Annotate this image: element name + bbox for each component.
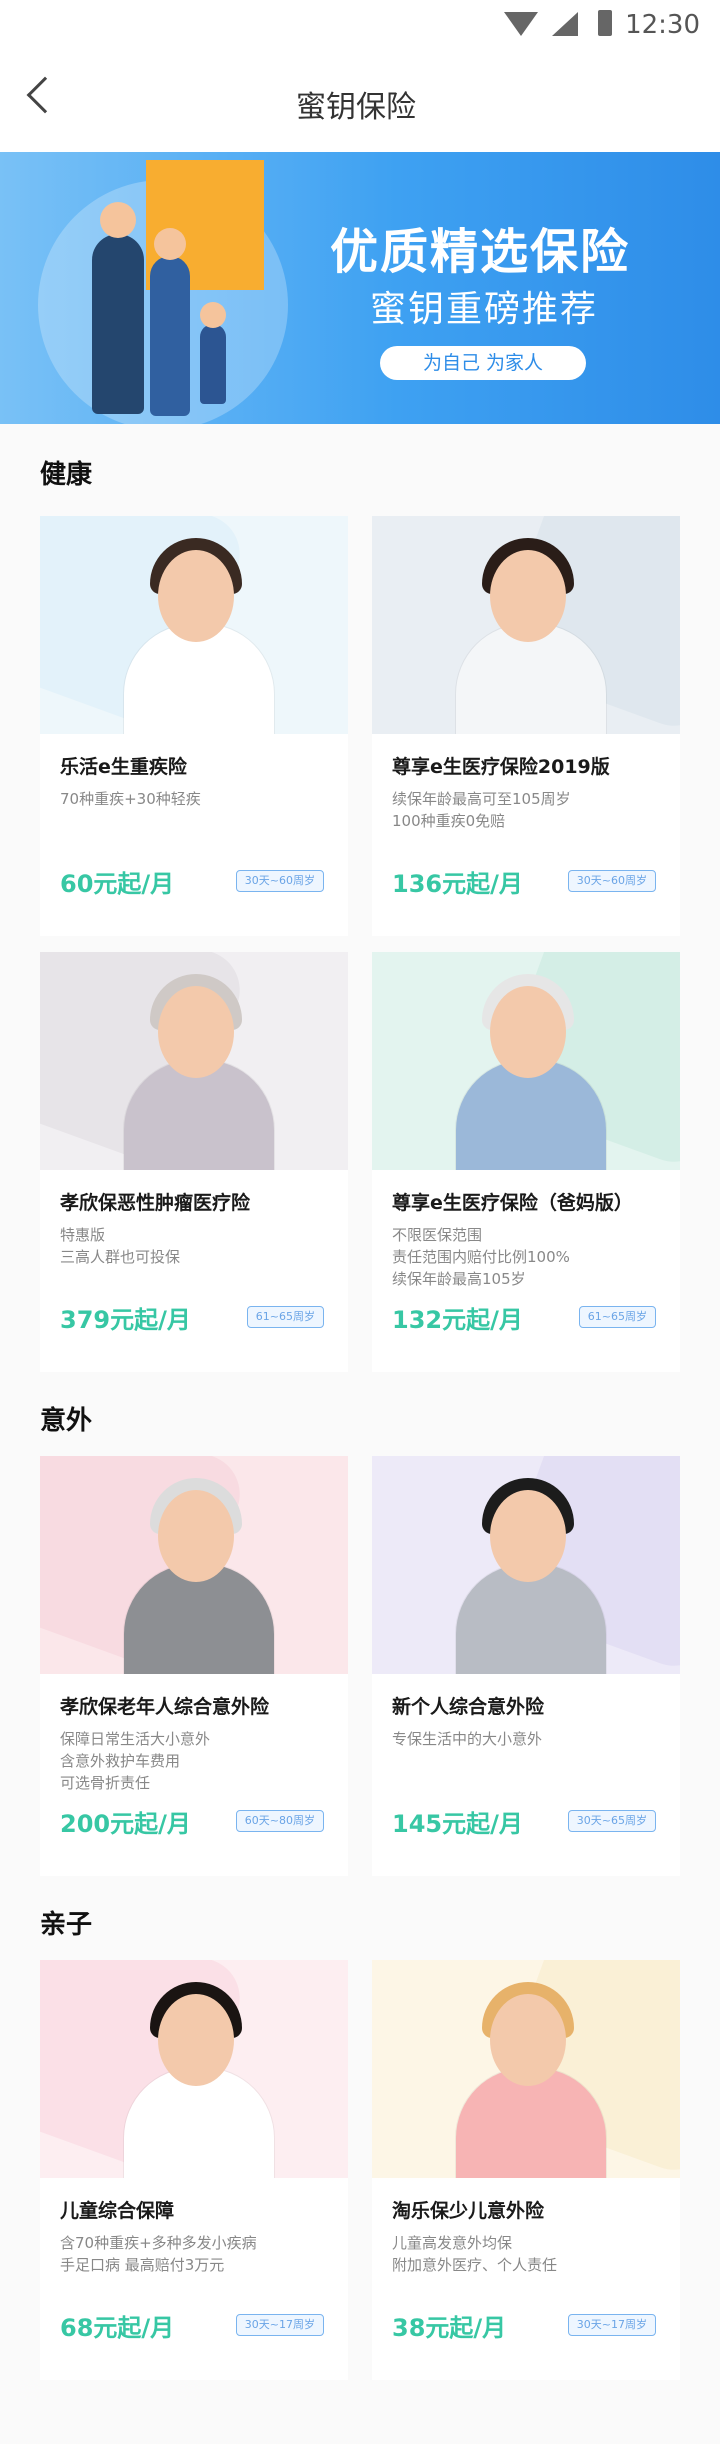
product-description-line: 附加意外医疗、个人责任 [392, 2256, 558, 2274]
product-price: 38元起/月 [392, 2314, 507, 2342]
product-price: 379元起/月 [60, 1306, 191, 1334]
product-description-line: 手足口病 最高赔付3万元 [60, 2256, 225, 2274]
product-card[interactable]: 孝欣保恶性肿瘤医疗险特惠版三高人群也可投保 379元起/月 61~65周岁 [40, 952, 348, 1372]
age-range-badge: 30天~65周岁 [567, 1810, 656, 1832]
father-head-illustration [100, 202, 136, 238]
family-father-illustration [92, 234, 144, 414]
banner-slogan-pill: 为自己 为家人 [380, 346, 586, 380]
product-photo [372, 516, 680, 734]
product-photo [40, 1960, 348, 2178]
age-range-badge: 30天~17周岁 [567, 2314, 656, 2336]
product-price: 68元起/月 [60, 2314, 175, 2342]
banner-title: 优质精选保险 [330, 224, 631, 280]
product-card[interactable]: 新个人综合意外险专保生活中的大小意外 145元起/月 30天~65周岁 [372, 1456, 680, 1876]
battery-icon [598, 10, 612, 36]
product-card[interactable]: 孝欣保老年人综合意外险保障日常生活大小意外 含意外救护车费用 可选骨折责任 200元起… [40, 1456, 348, 1876]
product-description-line: 70种重疾+30种轻疾 [60, 790, 201, 808]
age-range-badge: 30天~60周岁 [235, 870, 324, 892]
person-face-illustration [490, 986, 566, 1078]
product-description: 续保年龄最高可至105周岁 100种重疾0免赔 [392, 788, 571, 832]
product-photo [372, 1456, 680, 1674]
age-range-badge: 30天~60周岁 [567, 870, 656, 892]
product-description-line: 可选骨折责任 [60, 1774, 151, 1792]
product-name: 尊享e生医疗保险2019版 [392, 756, 610, 778]
age-range-badge: 60天~80周岁 [235, 1810, 324, 1832]
product-description: 70种重疾+30种轻疾 [60, 788, 201, 810]
person-face-illustration [158, 986, 234, 1078]
product-price: 145元起/月 [392, 1810, 523, 1838]
product-photo [40, 516, 348, 734]
product-price: 136元起/月 [392, 870, 523, 898]
product-photo [40, 1456, 348, 1674]
wifi-icon [504, 12, 538, 36]
family-child-illustration [200, 324, 226, 404]
product-description-line: 责任范围内赔付比例100% [392, 1248, 570, 1266]
product-description-line: 儿童高发意外均保 [392, 2234, 513, 2252]
product-price: 132元起/月 [392, 1306, 523, 1334]
person-face-illustration [158, 1490, 234, 1582]
status-time: 12:30 [625, 10, 700, 40]
product-description: 儿童高发意外均保附加意外医疗、个人责任 [392, 2232, 557, 2276]
product-description: 专保生活中的大小意外 [392, 1728, 542, 1750]
age-range-badge: 30天~17周岁 [235, 2314, 324, 2336]
section-title: 亲子 [40, 1910, 93, 1940]
product-name: 儿童综合保障 [60, 2200, 175, 2222]
product-price: 200元起/月 [60, 1810, 191, 1838]
product-name: 淘乐保少儿意外险 [392, 2200, 545, 2222]
section-title: 意外 [40, 1406, 93, 1436]
mother-head-illustration [154, 228, 186, 260]
product-card[interactable]: 尊享e生医疗保险（爸妈版） 不限医保范围责任范围内赔付比例100% 续保年龄最高10… [372, 952, 680, 1372]
page-title: 蜜钥保险 [296, 90, 416, 125]
product-description-line: 续保年龄最高105岁 [392, 1270, 526, 1288]
status-bar: 12:30 [0, 0, 720, 48]
product-description-line: 保障日常生活大小意外 [60, 1730, 211, 1748]
product-description-line: 含70种重疾+多种多发小疾病 [60, 2234, 257, 2252]
product-description-line: 特惠版 [60, 1226, 106, 1244]
product-description: 不限医保范围责任范围内赔付比例100% 续保年龄最高105岁 [392, 1224, 570, 1290]
family-mother-illustration [150, 256, 190, 416]
product-description-line: 三高人群也可投保 [60, 1248, 181, 1266]
product-card[interactable]: 乐活e生重疾险 70种重疾+30种轻疾 60元起/月 30天~60周岁 [40, 516, 348, 936]
product-name: 孝欣保恶性肿瘤医疗险 [60, 1192, 251, 1214]
back-arrow-icon[interactable] [26, 76, 64, 114]
person-face-illustration [490, 1490, 566, 1582]
product-card[interactable]: 儿童综合保障含70种重疾+多种多发小疾病 手足口病 最高赔付3万元 68元起/月 30… [40, 1960, 348, 2380]
product-photo [372, 1960, 680, 2178]
product-description-line: 不限医保范围 [392, 1226, 483, 1244]
product-name: 尊享e生医疗保险（爸妈版） [392, 1192, 633, 1214]
app-bar: 蜜钥保险 [0, 48, 720, 152]
person-face-illustration [158, 1994, 234, 2086]
product-description-line: 续保年龄最高可至105周岁 [392, 790, 571, 808]
product-description-line: 100种重疾0免赔 [392, 812, 506, 830]
product-card[interactable]: 淘乐保少儿意外险儿童高发意外均保附加意外医疗、个人责任 38元起/月 30天~17周… [372, 1960, 680, 2380]
promo-banner[interactable]: 优质精选保险 蜜钥重磅推荐 为自己 为家人 [0, 152, 720, 424]
person-face-illustration [158, 550, 234, 642]
person-face-illustration [490, 550, 566, 642]
signal-icon [552, 12, 578, 36]
product-description: 特惠版三高人群也可投保 [60, 1224, 180, 1268]
product-photo [372, 952, 680, 1170]
product-photo [40, 952, 348, 1170]
product-name: 新个人综合意外险 [392, 1696, 545, 1718]
banner-subtitle: 蜜钥重磅推荐 [370, 289, 599, 330]
person-face-illustration [490, 1994, 566, 2086]
product-name: 乐活e生重疾险 [60, 756, 187, 778]
product-price: 60元起/月 [60, 870, 175, 898]
product-name: 孝欣保老年人综合意外险 [60, 1696, 270, 1718]
product-description: 含70种重疾+多种多发小疾病 手足口病 最高赔付3万元 [60, 2232, 257, 2276]
product-description-line: 专保生活中的大小意外 [392, 1730, 543, 1748]
product-card[interactable]: 尊享e生医疗保险2019版续保年龄最高可至105周岁 100种重疾0免赔 136元起… [372, 516, 680, 936]
product-description-line: 含意外救护车费用 [60, 1752, 181, 1770]
child-head-illustration [200, 302, 226, 328]
product-description: 保障日常生活大小意外 含意外救护车费用 可选骨折责任 [60, 1728, 210, 1794]
age-range-badge: 61~65周岁 [246, 1306, 324, 1328]
section-title: 健康 [40, 460, 93, 490]
age-range-badge: 61~65周岁 [578, 1306, 656, 1328]
